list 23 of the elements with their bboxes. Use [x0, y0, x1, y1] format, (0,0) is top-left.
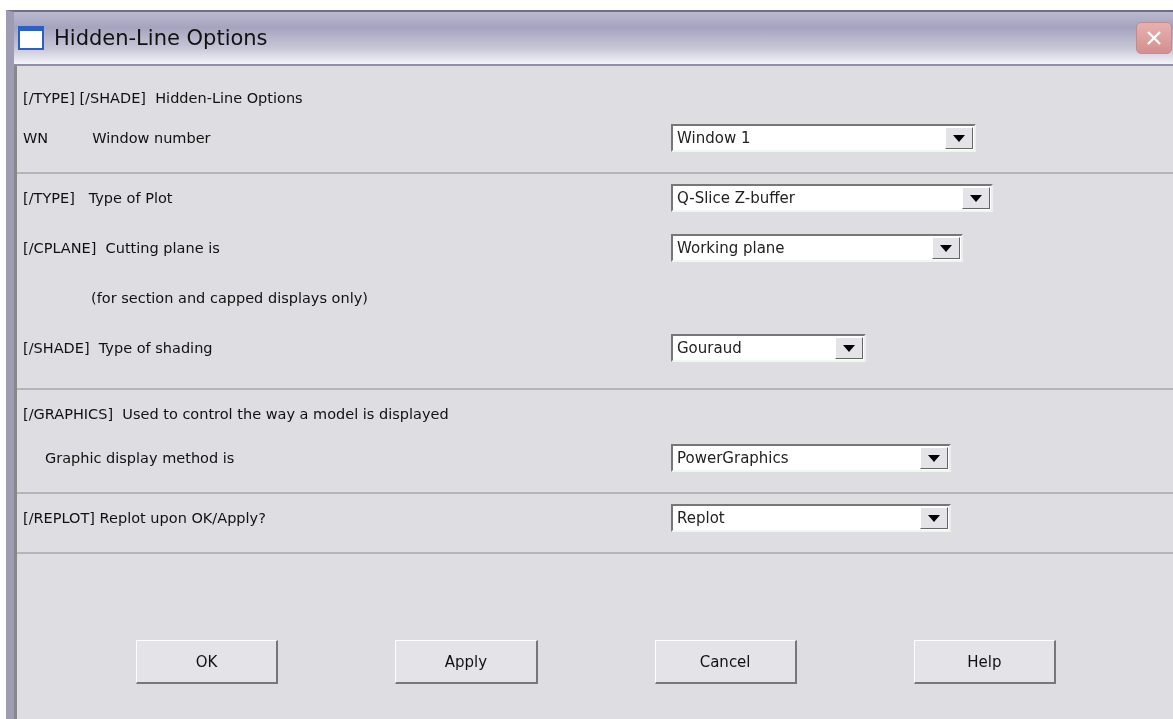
- field-label: [/CPLANE] Cutting plane is: [23, 240, 220, 256]
- close-button[interactable]: [1136, 22, 1172, 54]
- window-icon: [18, 26, 44, 50]
- field-label: Window number: [92, 130, 211, 146]
- window-title: Hidden-Line Options: [54, 26, 268, 50]
- dialog-button[interactable]: Apply: [395, 640, 538, 684]
- dropdown[interactable]: Window 1: [671, 124, 976, 152]
- field-label: Graphic display method is: [45, 450, 235, 466]
- dropdown[interactable]: PowerGraphics: [671, 444, 951, 472]
- field-label: [/SHADE] Type of shading: [23, 340, 213, 356]
- dropdown[interactable]: Gouraud: [671, 334, 866, 362]
- field-label: WN: [23, 130, 49, 146]
- dropdown[interactable]: Q-Slice Z-buffer: [671, 184, 993, 212]
- field-label: [/TYPE] [/SHADE] Hidden-Line Options: [23, 90, 303, 106]
- field-label: [/TYPE] Type of Plot: [23, 190, 173, 206]
- dialog-button[interactable]: Cancel: [654, 640, 797, 684]
- field-label: (for section and capped displays only): [91, 290, 368, 306]
- dialog-button[interactable]: Help: [913, 640, 1056, 684]
- dropdown[interactable]: Replot: [671, 504, 951, 532]
- dropdown[interactable]: Working plane: [671, 234, 963, 262]
- field-label: [/GRAPHICS] Used to control the way a model is displayed: [23, 406, 449, 422]
- dialog-button[interactable]: OK: [136, 640, 279, 684]
- field-label: [/REPLOT] Replot upon OK/Apply?: [23, 510, 266, 526]
